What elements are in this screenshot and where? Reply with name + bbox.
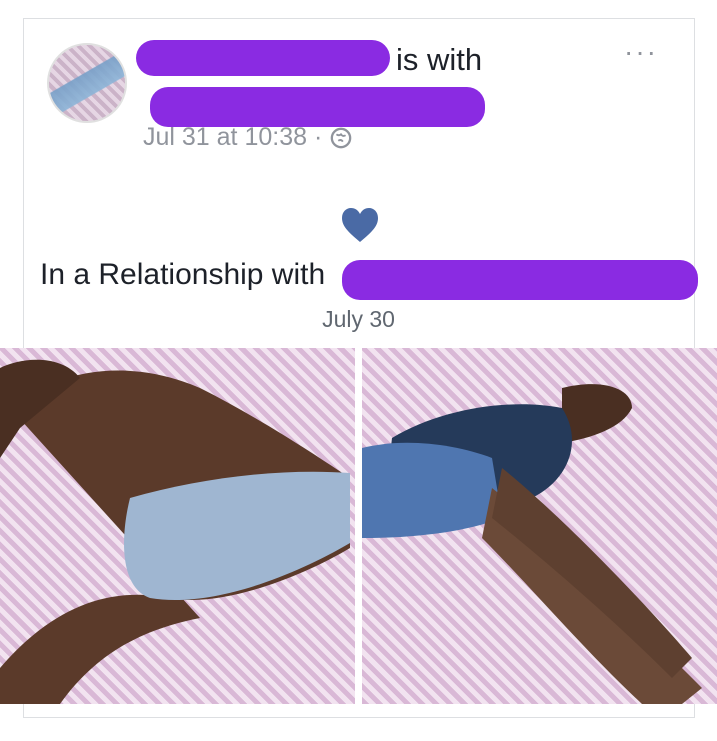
redacted-tagged-name <box>150 87 485 127</box>
is-with-text: is with <box>396 42 483 77</box>
redacted-partner-name <box>342 260 698 300</box>
photo-right[interactable] <box>362 348 717 704</box>
life-event-title: In a Relationship with <box>40 258 326 291</box>
heart-icon <box>342 208 378 242</box>
profile-avatar[interactable] <box>47 43 127 123</box>
redacted-name <box>136 40 390 76</box>
photo-right-figure <box>362 384 702 704</box>
globe-icon <box>330 127 352 148</box>
photo-divider <box>355 348 362 704</box>
photo-left-figure <box>0 359 350 704</box>
life-event-date: July 30 <box>322 306 395 332</box>
more-icon[interactable]: ··· <box>624 38 658 66</box>
post-timestamp[interactable]: Jul 31 at 10:38 · <box>143 123 322 152</box>
photo-left[interactable] <box>0 348 355 704</box>
post-meta: Jul 31 at 10:38 · <box>143 123 352 152</box>
